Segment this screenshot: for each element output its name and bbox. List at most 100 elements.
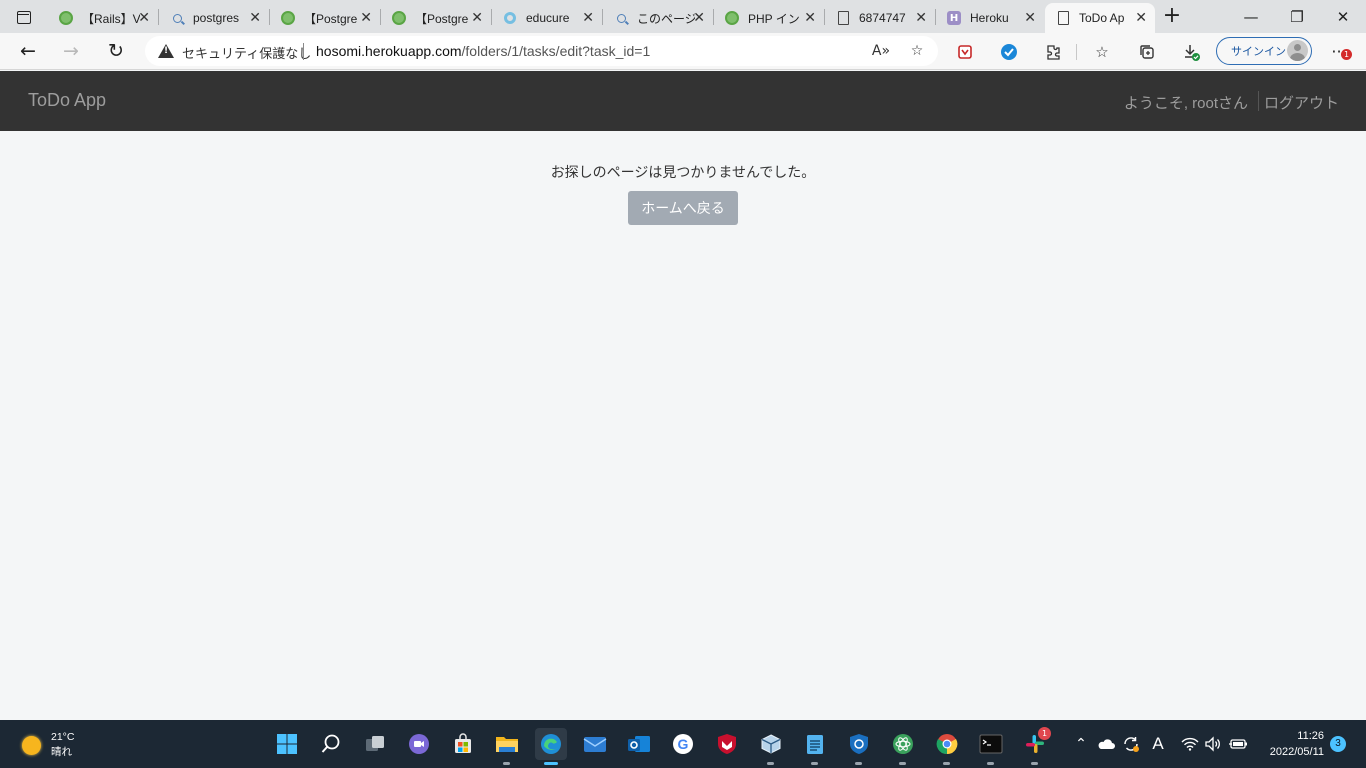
teams-chat-button[interactable] bbox=[403, 728, 435, 760]
mcafee-button[interactable] bbox=[711, 728, 743, 760]
extension-shield-icon[interactable] bbox=[955, 42, 975, 62]
logout-link[interactable]: ログアウト bbox=[1264, 92, 1339, 113]
outlook-button[interactable] bbox=[623, 728, 655, 760]
tab-todo-app[interactable]: ToDo Ap ✕ bbox=[1045, 3, 1155, 33]
refresh-button[interactable]: ↻ bbox=[101, 37, 131, 65]
collections-icon[interactable] bbox=[1137, 42, 1157, 62]
slack-button[interactable]: 1 bbox=[1019, 727, 1051, 765]
notification-center-badge[interactable]: 3 bbox=[1330, 736, 1346, 752]
read-aloud-icon[interactable]: A» bbox=[872, 42, 890, 60]
app-navbar: ToDo App ようこそ, rootさん ログアウト bbox=[0, 71, 1366, 131]
extension-blue-icon[interactable] bbox=[999, 42, 1019, 62]
back-button[interactable]: ← bbox=[13, 37, 43, 65]
minimize-button[interactable]: — bbox=[1228, 0, 1274, 33]
edge-button[interactable] bbox=[535, 728, 567, 765]
forward-button[interactable]: → bbox=[56, 37, 86, 65]
edge-icon bbox=[541, 734, 561, 754]
close-tab-icon[interactable]: ✕ bbox=[249, 10, 261, 26]
close-icon: ✕ bbox=[1336, 7, 1350, 26]
sync-status-button[interactable] bbox=[1121, 734, 1141, 754]
clock-date: 2022/05/11 bbox=[1269, 746, 1324, 758]
avatar bbox=[1287, 40, 1308, 61]
tab-rails[interactable]: 【Rails】V ✕ bbox=[48, 3, 158, 33]
vpn-button[interactable] bbox=[843, 728, 875, 765]
close-window-button[interactable]: ✕ bbox=[1320, 0, 1366, 33]
app-brand-link[interactable]: ToDo App bbox=[28, 90, 106, 111]
close-tab-icon[interactable]: ✕ bbox=[804, 10, 816, 26]
extensions-icon[interactable] bbox=[1043, 42, 1063, 62]
chrome-button[interactable] bbox=[931, 728, 963, 765]
signin-label: サインイン bbox=[1231, 46, 1286, 58]
task-view-button[interactable] bbox=[359, 728, 391, 760]
running-indicator bbox=[767, 762, 774, 765]
plus-icon: + bbox=[1162, 3, 1182, 28]
back-to-home-button[interactable]: ホームへ戻る bbox=[628, 191, 738, 225]
address-separator bbox=[303, 43, 304, 60]
url-path: /folders/1/tasks/edit?task_id=1 bbox=[461, 43, 651, 59]
running-indicator bbox=[811, 762, 818, 765]
store-button[interactable] bbox=[447, 728, 479, 760]
settings-more-button[interactable]: ··· 1 bbox=[1328, 42, 1352, 62]
favorites-icon[interactable]: ☆ bbox=[1092, 42, 1112, 62]
tab-php[interactable]: PHP イン ✕ bbox=[714, 3, 824, 33]
page-content: お探しのページは見つかりませんでした。 ホームへ戻る bbox=[0, 131, 1366, 720]
onedrive-button[interactable] bbox=[1096, 734, 1116, 754]
wifi-button[interactable] bbox=[1180, 734, 1200, 754]
close-tab-icon[interactable]: ✕ bbox=[471, 10, 483, 26]
virtualbox-button[interactable] bbox=[755, 728, 787, 765]
volume-button[interactable] bbox=[1203, 734, 1223, 754]
restore-button[interactable]: ❐ bbox=[1274, 0, 1320, 33]
close-tab-icon[interactable]: ✕ bbox=[138, 10, 150, 26]
tab-postgres-search[interactable]: postgres ✕ bbox=[159, 3, 269, 33]
cloud-icon bbox=[1098, 739, 1115, 749]
url-text[interactable]: hosomi.herokuapp.com/folders/1/tasks/edi… bbox=[316, 43, 650, 59]
green-site-icon bbox=[58, 10, 74, 26]
ime-mode-button[interactable]: A bbox=[1148, 734, 1168, 754]
close-tab-icon[interactable]: ✕ bbox=[360, 10, 372, 26]
tab-postgre-2[interactable]: 【Postgre ✕ bbox=[381, 3, 491, 33]
tab-educure[interactable]: educure ✕ bbox=[492, 3, 602, 33]
taskbar-search-button[interactable] bbox=[315, 728, 347, 760]
file-explorer-button[interactable] bbox=[491, 728, 523, 765]
address-bar[interactable]: セキュリティ保護なし hosomi.herokuapp.com/folders/… bbox=[145, 36, 938, 66]
terminal-icon bbox=[979, 734, 1003, 754]
new-tab-button[interactable]: + bbox=[1160, 5, 1184, 29]
downloads-icon[interactable] bbox=[1181, 42, 1201, 62]
mail-icon bbox=[583, 737, 607, 752]
task-view-icon bbox=[366, 736, 384, 751]
weather-widget[interactable]: 21°C 晴れ bbox=[22, 730, 74, 760]
atom-icon bbox=[893, 734, 913, 754]
close-tab-icon[interactable]: ✕ bbox=[1135, 10, 1147, 26]
battery-button[interactable] bbox=[1227, 734, 1249, 754]
tab-kono-page[interactable]: このページ ✕ bbox=[603, 3, 713, 33]
google-button[interactable]: G bbox=[667, 728, 699, 760]
security-status-label[interactable]: セキュリティ保護なし bbox=[182, 43, 311, 62]
show-hidden-icons-button[interactable]: ⌃ bbox=[1073, 734, 1089, 754]
start-button[interactable] bbox=[271, 728, 303, 760]
close-tab-icon[interactable]: ✕ bbox=[582, 10, 594, 26]
atom-app-button[interactable] bbox=[887, 728, 919, 765]
refresh-icon: ↻ bbox=[108, 40, 124, 62]
running-indicator bbox=[855, 762, 862, 765]
outlook-icon bbox=[628, 736, 650, 752]
close-tab-icon[interactable]: ✕ bbox=[693, 10, 705, 26]
tab-actions-button[interactable] bbox=[6, 5, 42, 29]
tab-postgre-1[interactable]: 【Postgre ✕ bbox=[270, 3, 380, 33]
weather-description: 晴れ bbox=[51, 746, 72, 758]
close-tab-icon[interactable]: ✕ bbox=[1024, 10, 1036, 26]
tab-title: 【Rails】V bbox=[82, 11, 140, 26]
close-tab-icon[interactable]: ✕ bbox=[915, 10, 927, 26]
running-indicator bbox=[987, 762, 994, 765]
add-favorite-icon[interactable]: ☆ bbox=[908, 42, 926, 60]
system-clock[interactable]: 11:26 2022/05/11 bbox=[1262, 728, 1324, 760]
warning-icon[interactable] bbox=[158, 44, 174, 58]
mail-button[interactable] bbox=[579, 728, 611, 760]
search-icon bbox=[169, 10, 185, 26]
green-site-icon bbox=[280, 10, 296, 26]
signin-button[interactable]: サインイン bbox=[1216, 37, 1312, 65]
store-icon bbox=[455, 733, 471, 753]
notepad-button[interactable] bbox=[799, 728, 831, 765]
tab-heroku[interactable]: H Heroku ✕ bbox=[936, 3, 1044, 33]
terminal-button[interactable] bbox=[975, 728, 1007, 765]
tab-6874747[interactable]: 6874747 ✕ bbox=[825, 3, 935, 33]
